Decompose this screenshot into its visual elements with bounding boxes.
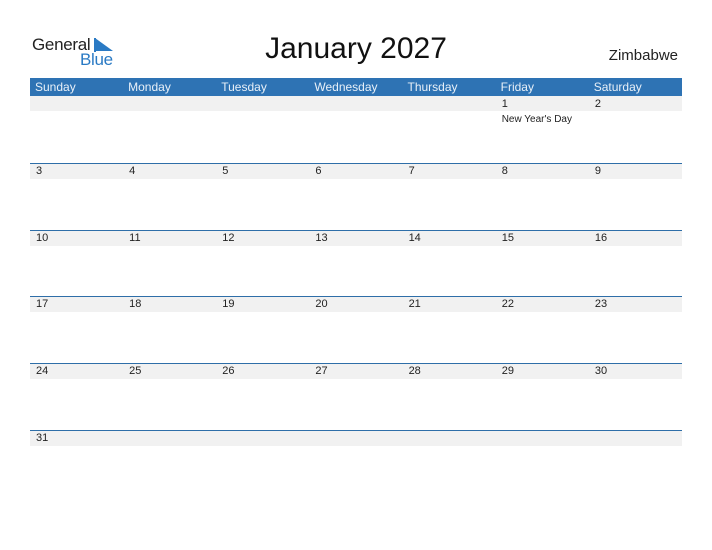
day-number: 7 <box>408 165 415 177</box>
day-number: 13 <box>315 232 328 244</box>
day-cell: 10 <box>30 231 123 295</box>
day-number: 12 <box>222 232 235 244</box>
weekday-header: Sunday Monday Tuesday Wednesday Thursday… <box>30 78 682 96</box>
day-cell <box>403 431 496 495</box>
weekday-thursday: Thursday <box>407 80 458 94</box>
weekday-wednesday: Wednesday <box>314 80 378 94</box>
day-cell <box>216 431 309 495</box>
day-cell: 16 <box>589 231 682 295</box>
day-cell: 8 <box>496 164 589 228</box>
day-cell: 1 New Year's Day <box>496 97 589 161</box>
day-number: 9 <box>594 165 601 177</box>
week-row: 17 18 19 20 21 22 23 <box>30 296 682 362</box>
day-cell: 3 <box>30 164 123 228</box>
day-cell: 19 <box>216 297 309 361</box>
day-number: 10 <box>36 232 49 244</box>
day-number: 26 <box>222 365 235 377</box>
day-cell: 6 <box>309 164 402 228</box>
day-cell: 28 <box>403 364 496 428</box>
weekday-friday: Friday <box>500 80 534 94</box>
day-cell <box>309 97 402 161</box>
day-cell: 22 <box>496 297 589 361</box>
day-cell: 7 <box>403 164 496 228</box>
day-cell <box>496 431 589 495</box>
day-number: 23 <box>594 298 608 310</box>
day-cell: 15 <box>496 231 589 295</box>
day-cell: 30 <box>589 364 682 428</box>
day-number: 21 <box>408 298 421 310</box>
day-number: 29 <box>501 365 514 377</box>
day-cell: 26 <box>216 364 309 428</box>
day-number: 22 <box>501 298 514 310</box>
weekday-tuesday: Tuesday <box>221 80 267 94</box>
day-cell <box>403 97 496 161</box>
day-number: 27 <box>315 365 328 377</box>
weekday-saturday: Saturday <box>593 80 642 94</box>
day-cell: 27 <box>309 364 402 428</box>
day-cell <box>589 431 682 495</box>
day-number: 11 <box>129 232 141 244</box>
day-number: 18 <box>129 298 142 310</box>
weekday-sunday: Sunday <box>35 80 76 94</box>
day-cell: 13 <box>309 231 402 295</box>
holiday-label: New Year's Day <box>501 114 572 125</box>
day-cell: 29 <box>496 364 589 428</box>
day-number: 14 <box>408 232 421 244</box>
weekday-monday: Monday <box>128 80 171 94</box>
calendar-title: January 2027 <box>265 32 447 65</box>
day-cell: 21 <box>403 297 496 361</box>
day-cell: 20 <box>309 297 402 361</box>
day-number: 3 <box>36 165 43 177</box>
day-number: 17 <box>36 298 49 310</box>
day-number: 28 <box>408 365 421 377</box>
day-cell: 17 <box>30 297 123 361</box>
day-number: 5 <box>222 165 229 177</box>
day-cell <box>123 97 216 161</box>
week-row: 3 4 5 6 7 8 9 <box>30 163 682 229</box>
day-cell <box>309 431 402 495</box>
day-number: 2 <box>594 98 601 110</box>
country-label: Zimbabwe <box>608 47 678 64</box>
day-number: 25 <box>129 365 142 377</box>
day-cell: 18 <box>123 297 216 361</box>
day-cell: 5 <box>216 164 309 228</box>
day-number: 16 <box>594 232 608 244</box>
day-number: 1 <box>501 98 508 110</box>
week-row: 31 <box>30 430 682 496</box>
day-cell: 2 <box>589 97 682 161</box>
day-number: 24 <box>36 365 49 377</box>
day-cell <box>30 97 123 161</box>
day-number: 8 <box>501 165 508 177</box>
day-number: 6 <box>315 165 322 177</box>
week-row: 1 New Year's Day 2 <box>30 96 682 162</box>
day-number: 31 <box>36 432 49 444</box>
day-cell: 25 <box>123 364 216 428</box>
day-cell <box>216 97 309 161</box>
day-cell <box>123 431 216 495</box>
day-number: 30 <box>594 365 608 377</box>
day-cell: 31 <box>30 431 123 495</box>
day-number: 20 <box>315 298 328 310</box>
day-cell: 12 <box>216 231 309 295</box>
day-cell: 11 <box>123 231 216 295</box>
day-cell: 4 <box>123 164 216 228</box>
day-cell: 23 <box>589 297 682 361</box>
day-cell: 24 <box>30 364 123 428</box>
week-row: 24 25 26 27 28 29 30 <box>30 363 682 429</box>
day-number: 19 <box>222 298 235 310</box>
week-row: 10 11 12 13 14 15 16 <box>30 230 682 296</box>
day-number: 4 <box>129 165 136 177</box>
day-cell: 9 <box>589 164 682 228</box>
day-cell: 14 <box>403 231 496 295</box>
day-number: 15 <box>501 232 514 244</box>
